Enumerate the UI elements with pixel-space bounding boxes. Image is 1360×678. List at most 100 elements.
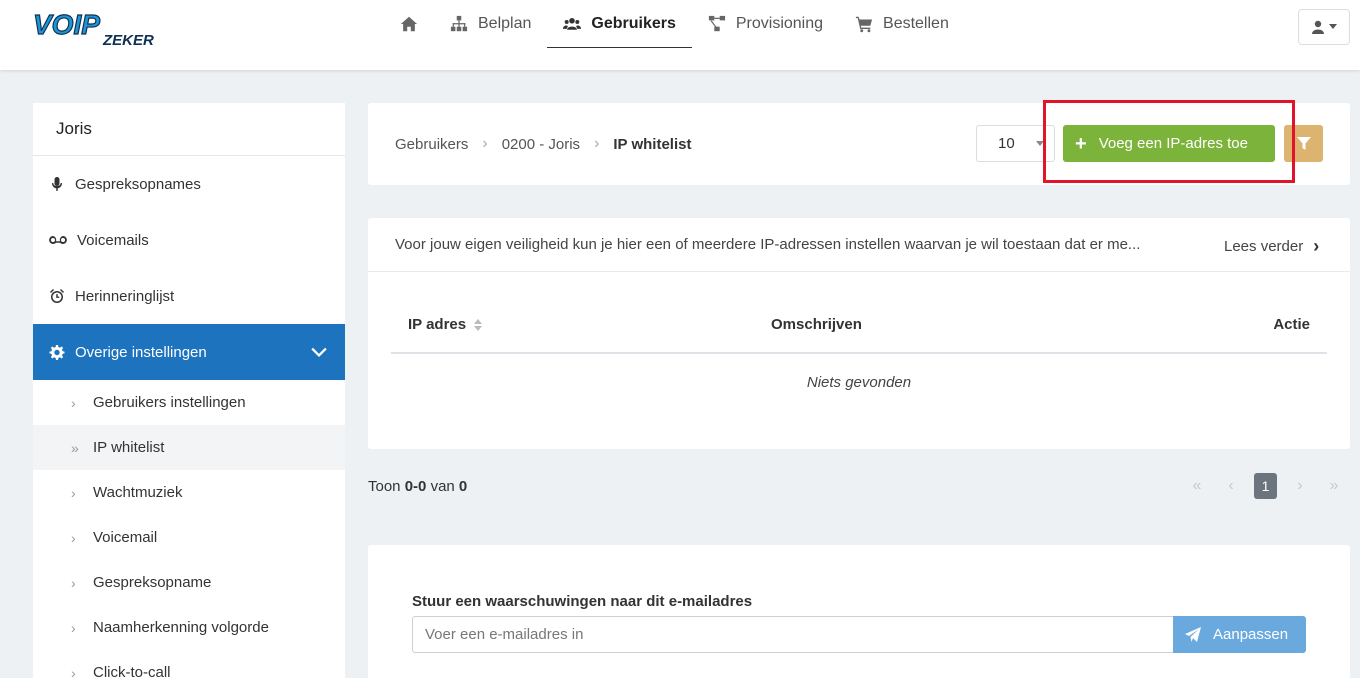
sidebar-sub-label: IP whitelist <box>93 439 165 456</box>
double-chevron-right-icon: » <box>1329 477 1339 494</box>
email-alert-label: Stuur een waarschuwingen naar dit e-mail… <box>412 593 753 610</box>
user-menu-button[interactable] <box>1298 9 1350 45</box>
read-more-label: Lees verder <box>1224 238 1304 255</box>
nav-gebruikers-label: Gebruikers <box>591 14 676 32</box>
next-page-button[interactable]: › <box>1283 472 1317 500</box>
paper-plane-icon <box>1185 626 1201 642</box>
svg-text:VOIP: VOIP <box>33 9 100 40</box>
top-navbar: VOIP ZEKER Belplan Gebruikers Provisioni… <box>0 0 1360 70</box>
count-range: 0-0 <box>404 478 427 495</box>
sidebar-sub-label: Gebruikers instellingen <box>93 394 246 411</box>
nav-belplan[interactable]: Belplan <box>434 0 547 48</box>
update-email-label: Aanpassen <box>1213 626 1289 643</box>
breadcrumb-gebruikers[interactable]: Gebruikers <box>395 136 468 153</box>
chevron-right-icon: › <box>71 529 76 546</box>
sidebar-sub-wachtmuziek[interactable]: › Wachtmuziek <box>33 470 345 515</box>
sidebar-sub-naamherkenning-volgorde[interactable]: › Naamherkenning volgorde <box>33 605 345 650</box>
network-icon <box>708 15 725 32</box>
count-prefix: Toon <box>368 478 401 495</box>
sidebar-item-label: Gespreksopnames <box>75 175 201 193</box>
record-count: Toon 0-0 van 0 <box>368 478 467 495</box>
chevron-right-icon: › <box>71 574 76 591</box>
home-icon <box>400 16 418 32</box>
page-size-value: 10 <box>998 135 1015 152</box>
empty-state-text: Niets gevonden <box>806 374 912 391</box>
sidebar-sub-gebruikers-instellingen[interactable]: › Gebruikers instellingen <box>33 380 345 425</box>
sidebar-item-label: Overige instellingen <box>75 343 207 361</box>
chevron-right-icon: › <box>482 135 488 152</box>
cart-icon <box>855 16 873 33</box>
sidebar: Joris Gespreksopnames Voicemails Herinne… <box>33 103 345 678</box>
column-description: Omschrijven <box>771 316 862 333</box>
nav-home[interactable] <box>384 0 434 48</box>
page-button-current[interactable]: 1 <box>1254 473 1277 499</box>
chevron-right-icon: › <box>1313 236 1320 256</box>
email-input[interactable] <box>412 616 1174 653</box>
sidebar-item-label: Voicemails <box>77 231 149 249</box>
pagination: « ‹ 1 › » <box>1180 472 1351 500</box>
chevron-down-icon <box>311 347 327 358</box>
last-page-button[interactable]: » <box>1317 472 1351 500</box>
breadcrumb-user[interactable]: 0200 - Joris <box>502 136 580 153</box>
chevron-right-icon: › <box>71 619 76 636</box>
chevron-right-icon: › <box>71 394 76 411</box>
sidebar-sub-gespreksopname[interactable]: › Gespreksopname <box>33 560 345 605</box>
sidebar-sub-label: Naamherkenning volgorde <box>93 619 269 636</box>
email-alert-card: Stuur een waarschuwingen naar dit e-mail… <box>368 545 1350 678</box>
chevron-left-icon: ‹ <box>1228 477 1234 494</box>
first-page-button[interactable]: « <box>1180 472 1214 500</box>
column-ip-address[interactable]: IP adres <box>408 316 483 333</box>
count-of: van <box>430 478 455 495</box>
column-ip-address-label: IP adres <box>408 316 467 333</box>
svg-text:ZEKER: ZEKER <box>102 32 154 49</box>
chevron-right-icon: › <box>1297 477 1303 494</box>
nav-provisioning-label: Provisioning <box>735 15 824 32</box>
count-total: 0 <box>458 478 468 495</box>
caret-down-icon <box>1329 24 1337 29</box>
nav-bestellen-label: Bestellen <box>883 15 949 32</box>
sidebar-sub-label: Voicemail <box>93 529 158 546</box>
nav-belplan-label: Belplan <box>478 15 532 32</box>
nav-gebruikers[interactable]: Gebruikers <box>547 0 692 48</box>
breadcrumb: Gebruikers › 0200 - Joris › IP whitelist <box>395 135 691 153</box>
chevron-right-icon: › <box>594 135 600 152</box>
gear-icon <box>49 345 65 360</box>
nav-bestellen[interactable]: Bestellen <box>839 0 965 48</box>
prev-page-button[interactable]: ‹ <box>1214 472 1248 500</box>
table-header: IP adres Omschrijven Actie <box>391 304 1327 354</box>
voicemail-icon <box>49 236 67 244</box>
update-email-button[interactable]: Aanpassen <box>1173 616 1306 653</box>
microphone-icon <box>52 177 62 191</box>
nav-provisioning[interactable]: Provisioning <box>692 0 839 48</box>
breadcrumb-current: IP whitelist <box>613 135 692 153</box>
sidebar-sub-label: Wachtmuziek <box>93 484 183 501</box>
column-action: Actie <box>1273 316 1310 333</box>
main-nav: Belplan Gebruikers Provisioning Bestelle… <box>384 0 965 56</box>
info-banner: Voor jouw eigen veiligheid kun je hier e… <box>368 218 1350 272</box>
whitelist-table-card: Voor jouw eigen veiligheid kun je hier e… <box>368 218 1350 449</box>
user-icon <box>1312 20 1324 34</box>
alarm-clock-icon <box>50 289 64 303</box>
sidebar-item-herinneringlijst[interactable]: Herinneringlijst <box>33 268 345 324</box>
sidebar-sub-click-to-call[interactable]: › Click-to-call <box>33 650 345 678</box>
sitemap-icon <box>450 15 468 32</box>
sidebar-sub-label: Gespreksopname <box>93 574 212 591</box>
chevron-right-icon: › <box>71 664 76 678</box>
sidebar-title: Joris <box>33 103 345 156</box>
voipzeker-logo[interactable]: VOIP ZEKER <box>33 9 169 49</box>
read-more-link[interactable]: Lees verder › <box>1224 236 1319 257</box>
chevron-right-icon: › <box>71 484 76 501</box>
highlight-box <box>1043 100 1295 183</box>
sidebar-sub-ip-whitelist[interactable]: » IP whitelist <box>33 425 345 470</box>
sidebar-item-label: Herinneringlijst <box>75 287 175 305</box>
sidebar-item-gespreksopnames[interactable]: Gespreksopnames <box>33 156 345 212</box>
sidebar-item-overige-instellingen[interactable]: Overige instellingen <box>33 324 345 380</box>
sidebar-item-voicemails[interactable]: Voicemails <box>33 212 345 268</box>
filter-icon <box>1296 136 1311 150</box>
double-chevron-right-icon: » <box>71 439 79 456</box>
double-chevron-left-icon: « <box>1192 477 1202 494</box>
sidebar-sub-label: Click-to-call <box>93 664 171 678</box>
sidebar-sub-voicemail[interactable]: › Voicemail <box>33 515 345 560</box>
users-icon <box>563 17 582 30</box>
info-text: Voor jouw eigen veiligheid kun je hier e… <box>395 236 1141 253</box>
